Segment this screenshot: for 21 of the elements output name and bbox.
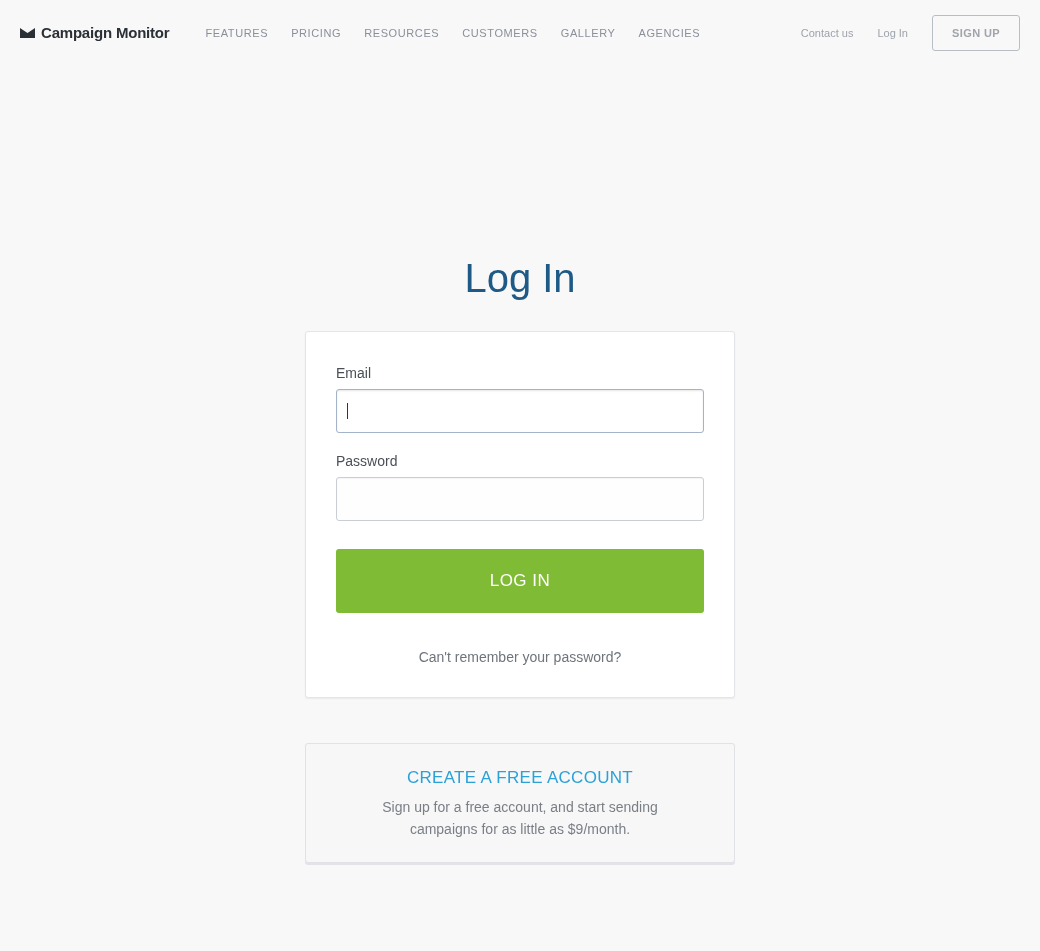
nav-link[interactable]: FEATURES (205, 24, 269, 42)
signup-description: Sign up for a free account, and start sending campaigns for as little as $9/month. (381, 798, 659, 839)
field-label: Email (336, 364, 372, 383)
logo-text[interactable]: Campaign Monitor (41, 21, 170, 45)
text-cursor-icon (347, 403, 348, 419)
nav-link[interactable]: PRICING (291, 24, 342, 42)
signup-button[interactable]: SIGN UP (932, 15, 1020, 51)
nav-link[interactable]: CUSTOMERS (462, 24, 538, 42)
field-label: Password (336, 452, 399, 471)
input-field[interactable] (336, 389, 704, 433)
header-link[interactable]: Log In (877, 24, 908, 42)
nav-link[interactable]: RESOURCES (364, 24, 440, 42)
envelope-logo-icon (20, 28, 35, 38)
nav-link[interactable]: AGENCIES (638, 24, 701, 42)
login-button[interactable]: LOG IN (336, 549, 704, 613)
input-field[interactable] (336, 477, 704, 521)
create-account-link[interactable]: CREATE A FREE ACCOUNT (406, 766, 634, 790)
nav-link[interactable]: GALLERY (560, 24, 616, 42)
forgot-password-link[interactable]: Can't remember your password? (418, 647, 622, 667)
page-title: Log In (464, 255, 576, 302)
header-link[interactable]: Contact us (800, 24, 854, 42)
